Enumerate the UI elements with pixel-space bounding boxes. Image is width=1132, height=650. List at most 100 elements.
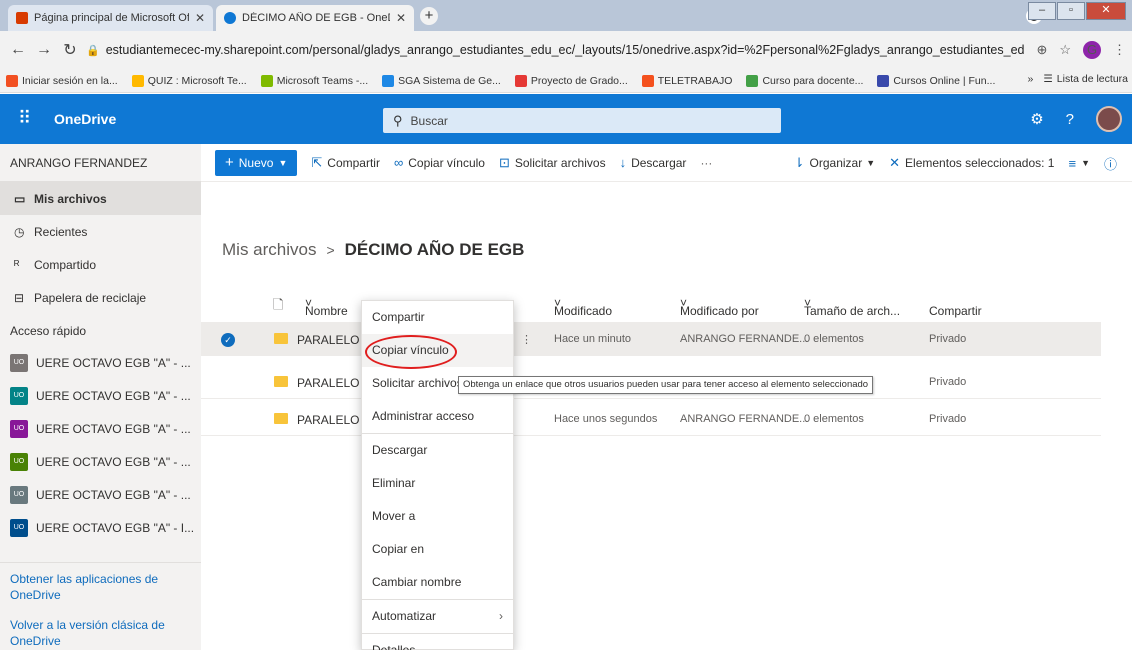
minimize-button[interactable]: – bbox=[1028, 2, 1056, 20]
sort-button[interactable]: ⇂ Organizar ▼ bbox=[794, 155, 876, 171]
menu-item-rename[interactable]: Cambiar nombre bbox=[362, 566, 513, 599]
copy-link-button[interactable]: ∞ Copiar vínculo bbox=[394, 155, 485, 170]
sidebar-item-label: Mis archivos bbox=[34, 191, 107, 206]
more-bookmarks-icon[interactable]: » bbox=[1028, 73, 1034, 85]
bookmark-label: Cursos Online | Fun... bbox=[893, 74, 996, 87]
menu-icon[interactable]: ⋮ bbox=[1113, 42, 1126, 58]
account-name: ANRANGO FERNANDEZ bbox=[0, 144, 201, 182]
bookmark[interactable]: Proyecto de Grado... bbox=[514, 74, 628, 87]
sidebar-divider bbox=[0, 562, 201, 563]
back-icon[interactable]: ← bbox=[8, 41, 28, 59]
menu-item-move-to[interactable]: Mover a bbox=[362, 500, 513, 533]
selection-status[interactable]: ✕ Elementos seleccionados: 1 bbox=[889, 155, 1054, 171]
quick-access-item[interactable]: UO UERE OCTAVO EGB "A" - ... bbox=[0, 478, 201, 511]
menu-item-copy-to[interactable]: Copiar en bbox=[362, 533, 513, 566]
app-brand[interactable]: OneDrive bbox=[54, 111, 116, 127]
bookmark[interactable]: Microsoft Teams -... bbox=[260, 74, 368, 87]
tab-onedrive[interactable]: DÉCIMO AÑO DE EGB - OneDrive ✕ bbox=[216, 5, 414, 31]
quick-access-item[interactable]: UO UERE OCTAVO EGB "A" - ... bbox=[0, 445, 201, 478]
menu-item-manage-access[interactable]: Administrar acceso bbox=[362, 400, 513, 433]
sidebar-item-label: Papelera de reciclaje bbox=[34, 290, 147, 305]
reading-list-icon[interactable]: ☰ bbox=[1043, 73, 1052, 85]
bookmark-label: Curso para docente... bbox=[762, 74, 864, 87]
quick-access-item[interactable]: UO UERE OCTAVO EGB "A" - ... bbox=[0, 379, 201, 412]
menu-item-automate[interactable]: Automatizar › bbox=[362, 600, 513, 633]
url-field[interactable]: 🔒 estudiantemecec-my.sharepoint.com/pers… bbox=[86, 37, 1024, 63]
reload-icon[interactable]: ↻ bbox=[60, 40, 80, 60]
plus-icon: + bbox=[225, 154, 234, 171]
bookmark[interactable]: Curso para docente... bbox=[746, 74, 864, 87]
menu-item-delete[interactable]: Eliminar bbox=[362, 467, 513, 500]
bookmark[interactable]: Iniciar sesión en la... bbox=[6, 74, 118, 87]
bookmark[interactable]: SGA Sistema de Ge... bbox=[382, 74, 501, 87]
install-icon[interactable]: ⊕ bbox=[1036, 42, 1047, 58]
checkmark-icon[interactable]: ✓ bbox=[221, 333, 235, 347]
breadcrumb-root[interactable]: Mis archivos bbox=[222, 240, 316, 260]
download-icon: ↓ bbox=[619, 155, 627, 170]
download-button[interactable]: ↓ Descargar bbox=[620, 155, 687, 170]
table-row[interactable]: PARALELO Hace unos segundos ANRANGO FERN… bbox=[201, 402, 1101, 436]
quick-access-item[interactable]: UO UERE OCTAVO EGB "A" - ... bbox=[0, 346, 201, 379]
sort-icon: ⇂ bbox=[793, 155, 805, 170]
column-name[interactable]: Nombre ˅ bbox=[305, 296, 348, 318]
column-modified-by[interactable]: Modificado por ˅ bbox=[680, 296, 759, 318]
modified-cell: Hace unos segundos bbox=[554, 413, 658, 425]
file-name[interactable]: PARALELO bbox=[297, 413, 359, 427]
menu-item-details[interactable]: Detalles bbox=[362, 634, 513, 650]
gear-icon[interactable]: ⚙ bbox=[1030, 110, 1043, 128]
user-avatar[interactable] bbox=[1096, 106, 1122, 132]
star-icon[interactable]: ☆ bbox=[1059, 42, 1071, 58]
request-files-button[interactable]: ⊡ Solicitar archivos bbox=[499, 155, 606, 171]
chevron-down-icon: ▼ bbox=[1081, 158, 1090, 168]
tab-title: DÉCIMO AÑO DE EGB - OneDrive bbox=[242, 12, 390, 24]
clock-icon: ◷ bbox=[14, 224, 25, 239]
more-options-icon[interactable]: ⋮ bbox=[521, 333, 532, 346]
file-list-header: 🗋 Nombre ˅ Modificado ˅ Modificado por ˅… bbox=[201, 288, 1101, 318]
more-actions-button[interactable]: ··· bbox=[700, 156, 712, 170]
folder-icon: ▭ bbox=[14, 191, 26, 206]
bookmark[interactable]: Cursos Online | Fun... bbox=[877, 74, 996, 87]
bookmark[interactable]: TELETRABAJO bbox=[641, 74, 732, 87]
sidebar-item-shared[interactable]: ᴿ Compartido bbox=[0, 248, 201, 281]
file-type-icon[interactable]: 🗋 bbox=[273, 296, 283, 318]
menu-item-download[interactable]: Descargar bbox=[362, 434, 513, 467]
new-button[interactable]: + Nuevo ▼ bbox=[215, 149, 298, 176]
share-button[interactable]: ⇱ Compartir bbox=[311, 155, 380, 171]
search-box[interactable]: ⚲ Buscar bbox=[383, 108, 781, 133]
close-tab-icon[interactable]: ✕ bbox=[195, 11, 205, 25]
sidebar-item-my-files[interactable]: ▭ Mis archivos bbox=[0, 182, 201, 215]
tab-office[interactable]: Página principal de Microsoft Off ✕ bbox=[8, 5, 213, 31]
column-size[interactable]: Tamaño de arch... ˅ bbox=[804, 296, 900, 318]
share-label: Compartir bbox=[327, 155, 380, 170]
file-name[interactable]: PARALELO I bbox=[297, 376, 366, 390]
get-apps-link[interactable]: Obtener las aplicaciones de OneDrive bbox=[0, 571, 201, 603]
close-tab-icon[interactable]: ✕ bbox=[396, 11, 406, 25]
quick-access-label: UERE OCTAVO EGB "A" - ... bbox=[36, 454, 191, 469]
quick-access-item[interactable]: UO UERE OCTAVO EGB "A" - ... bbox=[0, 412, 201, 445]
maximize-button[interactable]: ▫ bbox=[1057, 2, 1085, 20]
bookmark-label: Iniciar sesión en la... bbox=[22, 74, 118, 87]
menu-item-share[interactable]: Compartir bbox=[362, 301, 513, 334]
file-name[interactable]: PARALELO bbox=[297, 333, 359, 347]
group-icon: UO bbox=[10, 452, 28, 471]
sidebar-item-recent[interactable]: ◷ Recientes bbox=[0, 215, 201, 248]
column-modified[interactable]: Modificado ˅ bbox=[554, 296, 612, 318]
classic-view-link[interactable]: Volver a la versión clásica de OneDrive bbox=[0, 617, 201, 649]
info-button[interactable]: ⓘ bbox=[1104, 154, 1122, 173]
selection-label: Elementos seleccionados: 1 bbox=[905, 156, 1055, 170]
sidebar-item-recycle-bin[interactable]: ⊟ Papelera de reciclaje bbox=[0, 281, 201, 314]
profile-avatar[interactable]: G bbox=[1083, 41, 1101, 59]
new-tab-button[interactable]: + bbox=[420, 7, 438, 25]
table-row[interactable]: ✓ PARALELO ⋮ Hace un minuto ANRANGO FERN… bbox=[201, 322, 1101, 356]
view-options-button[interactable]: ≡ ▼ bbox=[1068, 156, 1090, 171]
m-logo-icon bbox=[877, 74, 890, 87]
close-window-button[interactable]: ✕ bbox=[1086, 2, 1126, 20]
quick-access-label: UERE OCTAVO EGB "A" - I... bbox=[36, 520, 195, 535]
quick-access-item[interactable]: UO UERE OCTAVO EGB "A" - I... bbox=[0, 511, 201, 544]
forward-icon[interactable]: → bbox=[34, 41, 54, 59]
bookmark[interactable]: QUIZ : Microsoft Te... bbox=[131, 74, 247, 87]
reading-list-label[interactable]: Lista de lectura bbox=[1057, 73, 1128, 85]
folder-icon bbox=[274, 413, 288, 424]
help-icon[interactable]: ? bbox=[1066, 111, 1074, 128]
app-launcher-icon[interactable]: ⠿ bbox=[18, 108, 31, 129]
